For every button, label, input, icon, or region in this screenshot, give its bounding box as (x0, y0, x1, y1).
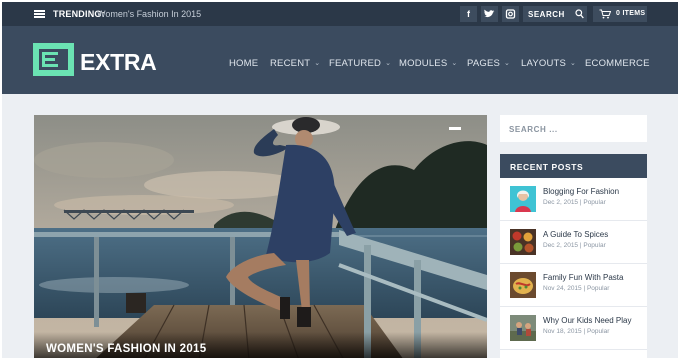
list-item[interactable]: Blogging For Fashion Dec 2, 2015 | Popul… (500, 178, 647, 221)
nav-label: RECENT (270, 58, 311, 69)
featured-title[interactable]: WOMEN'S FASHION IN 2015 (46, 343, 206, 355)
sidebar-search-input[interactable] (509, 123, 637, 135)
logo-icon[interactable] (33, 43, 74, 76)
search-icon[interactable] (575, 9, 584, 19)
nav-label: PAGES (467, 58, 501, 69)
top-bar: TRENDING: Women's Fashion In 2015 f 0 IT… (2, 2, 678, 26)
recent-posts-title: RECENT POSTS (510, 162, 584, 172)
cart-label: 0 ITEMS (616, 10, 646, 17)
twitter-icon[interactable] (481, 6, 498, 22)
slider-indicator[interactable] (449, 127, 461, 130)
trending-link[interactable]: Women's Fashion In 2015 (97, 9, 201, 19)
recent-posts-widget: RECENT POSTS Blogging For Fashion Dec 2,… (500, 154, 647, 358)
logo-text[interactable]: EXTRA (80, 49, 157, 76)
post-meta: Nov 18, 2015 | Popular (543, 328, 610, 335)
nav-ecommerce[interactable]: ECOMMERCE (585, 58, 650, 69)
post-title[interactable]: A Guide To Spices (543, 230, 608, 239)
list-item[interactable]: Family Fun With Pasta Nov 24, 2015 | Pop… (500, 264, 647, 307)
post-title[interactable]: Blogging For Fashion (543, 187, 619, 196)
nav-home[interactable]: HOME (229, 58, 258, 69)
post-title[interactable]: Family Fun With Pasta (543, 273, 623, 282)
post-meta: Dec 2, 2015 | Popular (543, 199, 606, 206)
chevron-down-icon: ⌄ (570, 60, 577, 67)
page: TRENDING: Women's Fashion In 2015 f 0 IT… (2, 2, 678, 358)
post-thumbnail (510, 229, 536, 255)
main-header: EXTRA HOME RECENT ⌄ FEATURED ⌄ MODULES ⌄ PA… (2, 26, 678, 94)
post-thumbnail (510, 272, 536, 298)
nav-recent[interactable]: RECENT ⌄ (270, 58, 320, 69)
top-search-input[interactable] (528, 8, 572, 20)
cart-icon (599, 9, 611, 19)
nav-label: MODULES (399, 58, 448, 69)
nav-featured[interactable]: FEATURED ⌄ (329, 58, 391, 69)
instagram-icon[interactable] (502, 6, 519, 22)
featured-post[interactable]: WOMEN'S FASHION IN 2015 (34, 115, 487, 358)
nav-layouts[interactable]: LAYOUTS ⌄ (521, 58, 576, 69)
post-meta: Dec 2, 2015 | Popular (543, 242, 606, 249)
nav-modules[interactable]: MODULES ⌄ (399, 58, 457, 69)
list-item[interactable]: Why Our Kids Need Play Nov 18, 2015 | Po… (500, 307, 647, 350)
sidebar-search (500, 115, 647, 142)
nav-pages[interactable]: PAGES ⌄ (467, 58, 510, 69)
recent-posts-header: RECENT POSTS (500, 154, 647, 178)
post-thumbnail (510, 315, 536, 341)
chevron-down-icon: ⌄ (385, 60, 392, 67)
post-thumbnail (510, 186, 536, 212)
nav-label: HOME (229, 58, 259, 69)
post-meta: Nov 24, 2015 | Popular (543, 285, 610, 292)
facebook-icon[interactable]: f (460, 6, 477, 22)
featured-image (34, 115, 487, 358)
list-item[interactable]: A Guide To Spices Dec 2, 2015 | Popular (500, 221, 647, 264)
top-search (523, 6, 587, 22)
post-title[interactable]: Why Our Kids Need Play (543, 316, 631, 325)
chevron-down-icon: ⌄ (451, 60, 458, 67)
nav-label: LAYOUTS (521, 58, 567, 69)
menu-icon[interactable] (34, 10, 45, 18)
nav-label: ECOMMERCE (585, 58, 650, 69)
chevron-down-icon: ⌄ (504, 60, 511, 67)
cart-button[interactable]: 0 ITEMS (593, 6, 647, 22)
nav-label: FEATURED (329, 58, 382, 69)
chevron-down-icon: ⌄ (314, 60, 321, 67)
